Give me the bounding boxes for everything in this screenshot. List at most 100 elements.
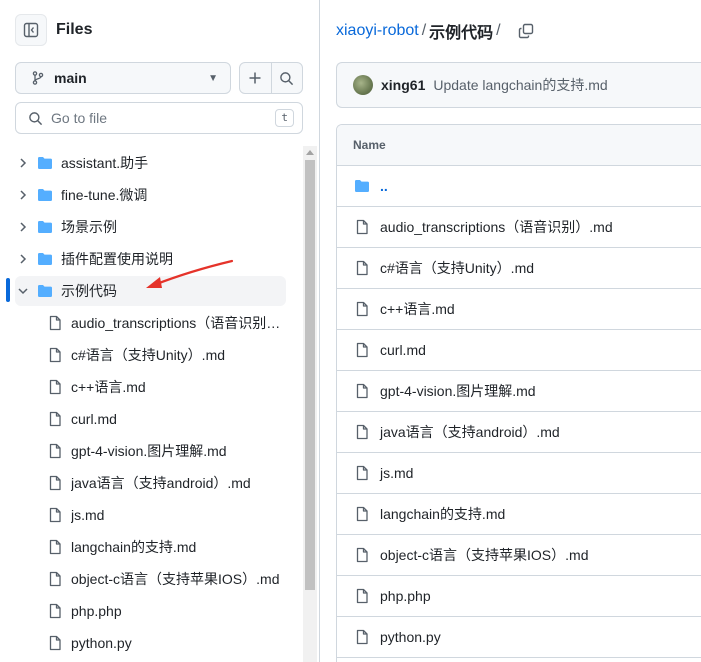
sidebar-scrollbar[interactable] xyxy=(303,146,317,662)
add-file-button[interactable] xyxy=(240,63,271,93)
file-link[interactable]: c#语言（支持Unity）.md xyxy=(380,258,534,278)
tree-file-item[interactable]: audio_transcriptions（语音识别）.md xyxy=(15,308,286,338)
tree-file-item[interactable]: langchain的支持.md xyxy=(15,532,286,562)
tree-item-label: object-c语言（支持苹果IOS）.md xyxy=(71,571,280,587)
table-row[interactable]: php.php xyxy=(337,576,701,617)
table-row[interactable]: c#语言（支持Unity）.md xyxy=(337,248,701,289)
table-row[interactable]: langchain的支持.md xyxy=(337,494,701,535)
tree-file-item[interactable]: curl.md xyxy=(15,404,286,434)
tree-file-item[interactable]: php.php xyxy=(15,596,286,626)
search-icon xyxy=(280,71,294,85)
folder-icon xyxy=(37,187,53,203)
file-icon xyxy=(47,443,63,459)
tree-folder-item[interactable]: assistant.助手 xyxy=(15,148,286,178)
scrollbar-thumb[interactable] xyxy=(305,160,315,590)
file-link[interactable]: curl.md xyxy=(380,342,426,358)
commit-author[interactable]: xing61 xyxy=(381,77,425,93)
table-row[interactable]: js.md xyxy=(337,453,701,494)
tree-item-label: fine-tune.微调 xyxy=(61,187,148,203)
file-icon xyxy=(354,588,370,604)
folder-icon xyxy=(354,178,370,194)
sidebar-title: Files xyxy=(56,21,93,38)
file-link[interactable]: js.md xyxy=(380,465,413,481)
commit-message[interactable]: Update langchain的支持.md xyxy=(433,75,607,95)
tree-item-label: c++语言.md xyxy=(71,379,146,395)
tree-file-item[interactable]: object-c语言（支持苹果IOS）.md xyxy=(15,564,286,594)
tree-item-label: 插件配置使用说明 xyxy=(61,251,173,267)
chevron-right-icon[interactable] xyxy=(15,189,31,201)
tree-folder-item[interactable]: 插件配置使用说明 xyxy=(15,244,286,274)
search-icon xyxy=(29,111,43,125)
search-code-button[interactable] xyxy=(270,63,303,93)
file-link[interactable]: .. xyxy=(380,178,388,194)
file-icon xyxy=(47,635,63,651)
plus-icon xyxy=(249,72,261,84)
latest-commit-bar: xing61 Update langchain的支持.md xyxy=(336,62,701,108)
collapse-sidebar-button[interactable] xyxy=(15,14,47,46)
parent-directory-row[interactable]: .. xyxy=(337,166,701,207)
breadcrumb-current: 示例代码 xyxy=(429,25,494,42)
table-header: Name xyxy=(337,125,701,166)
avatar[interactable] xyxy=(353,75,373,95)
breadcrumb: xiaoyi-robot / 示例代码 / xyxy=(336,20,534,42)
tree-item-label: java语言（支持android）.md xyxy=(71,475,251,491)
go-to-file-input[interactable] xyxy=(51,110,276,126)
tree-item-label: php.php xyxy=(71,603,122,619)
file-actions-group xyxy=(239,62,303,94)
table-row[interactable]: python.py xyxy=(337,617,701,658)
tree-item-label: assistant.助手 xyxy=(61,155,149,171)
branch-selector-button[interactable]: main ▼ xyxy=(15,62,231,94)
file-link[interactable]: langchain的支持.md xyxy=(380,504,505,524)
table-row[interactable]: object-c语言（支持苹果IOS）.md xyxy=(337,535,701,576)
breadcrumb-repo-link[interactable]: xiaoyi-robot xyxy=(336,22,419,40)
copy-path-button[interactable] xyxy=(518,23,534,39)
tree-item-label: 场景示例 xyxy=(61,219,117,235)
file-icon xyxy=(354,547,370,563)
chevron-right-icon[interactable] xyxy=(15,253,31,265)
tree-file-item[interactable]: gpt-4-vision.图片理解.md xyxy=(15,436,286,466)
tree-item-label: langchain的支持.md xyxy=(71,539,197,555)
tree-folder-item[interactable]: fine-tune.微调 xyxy=(15,180,286,210)
file-icon xyxy=(47,475,63,491)
file-icon xyxy=(354,424,370,440)
chevron-right-icon[interactable] xyxy=(15,221,31,233)
tree-folder-item[interactable]: 示例代码 xyxy=(15,276,286,306)
file-link[interactable]: python.py xyxy=(380,629,441,645)
table-row[interactable]: curl.md xyxy=(337,330,701,371)
branch-name: main xyxy=(54,70,87,86)
file-tree: assistant.助手 fine-tune.微调 场景示例插件配置使用说明示例代码… xyxy=(0,146,300,662)
file-link[interactable]: java语言（支持android）.md xyxy=(380,422,560,442)
table-row[interactable]: java语言（支持android）.md xyxy=(337,412,701,453)
tree-file-item[interactable]: java语言（支持android）.md xyxy=(15,468,286,498)
file-table: Name .. audio_transcriptions（语音识别）.md c#语言… xyxy=(336,124,701,662)
copy-icon xyxy=(518,23,533,39)
folder-icon xyxy=(37,155,53,171)
chevron-down-icon[interactable] xyxy=(15,285,31,297)
chevron-right-icon[interactable] xyxy=(15,157,31,169)
tree-file-item[interactable]: python.py xyxy=(15,628,286,658)
file-icon xyxy=(47,315,63,331)
tree-folder-item[interactable]: 场景示例 xyxy=(15,212,286,242)
table-row[interactable]: gpt-4-vision.图片理解.md xyxy=(337,371,701,412)
table-row[interactable]: audio_transcriptions（语音识别）.md xyxy=(337,207,701,248)
file-link[interactable]: gpt-4-vision.图片理解.md xyxy=(380,381,536,401)
file-link[interactable]: c++语言.md xyxy=(380,299,455,319)
breadcrumb-separator: / xyxy=(496,22,501,39)
git-branch-icon xyxy=(32,71,44,85)
sidebar-header: Files xyxy=(15,14,92,46)
file-icon xyxy=(47,347,63,363)
scroll-up-arrow-icon[interactable] xyxy=(306,150,314,155)
file-icon xyxy=(47,411,63,427)
file-icon xyxy=(47,507,63,523)
tree-item-label: js.md xyxy=(71,507,105,523)
table-row[interactable]: c++语言.md xyxy=(337,289,701,330)
tree-file-item[interactable]: js.md xyxy=(15,500,286,530)
file-link[interactable]: object-c语言（支持苹果IOS）.md xyxy=(380,545,588,565)
directory-content: xiaoyi-robot / 示例代码 / xing61 Update lang… xyxy=(321,0,701,662)
tree-file-item[interactable]: c#语言（支持Unity）.md xyxy=(15,340,286,370)
tree-file-item[interactable]: c++语言.md xyxy=(15,372,286,402)
folder-icon xyxy=(37,219,53,235)
file-link[interactable]: php.php xyxy=(380,588,431,604)
file-link[interactable]: audio_transcriptions（语音识别）.md xyxy=(380,217,613,237)
go-to-file-field[interactable]: t xyxy=(15,102,303,134)
